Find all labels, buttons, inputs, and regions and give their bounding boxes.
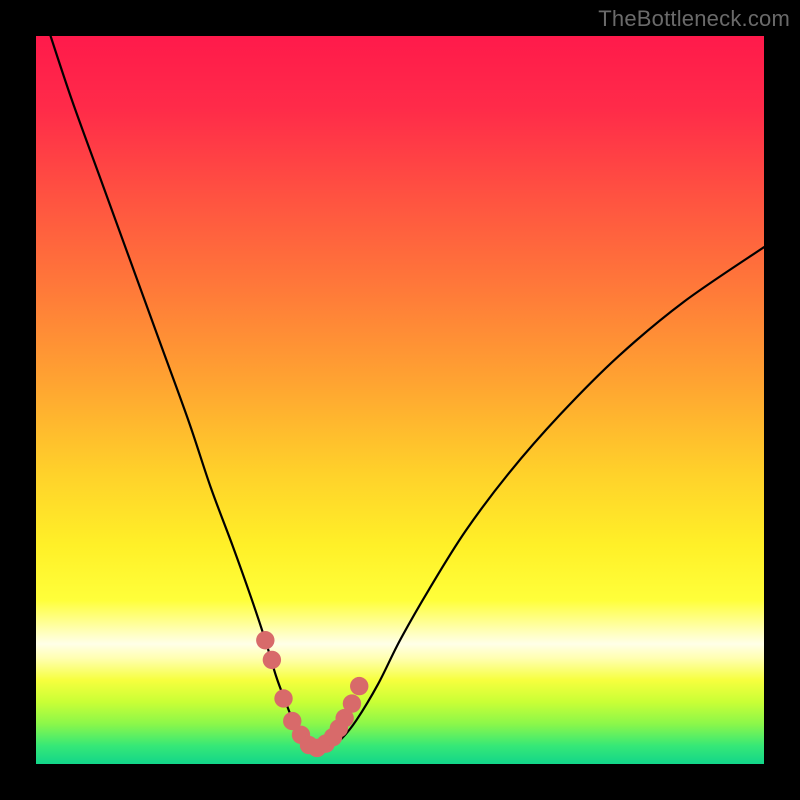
watermark-text: TheBottleneck.com	[598, 6, 790, 32]
frame-border: TheBottleneck.com	[0, 0, 800, 800]
plot-area	[36, 36, 764, 764]
background-gradient	[36, 36, 764, 764]
